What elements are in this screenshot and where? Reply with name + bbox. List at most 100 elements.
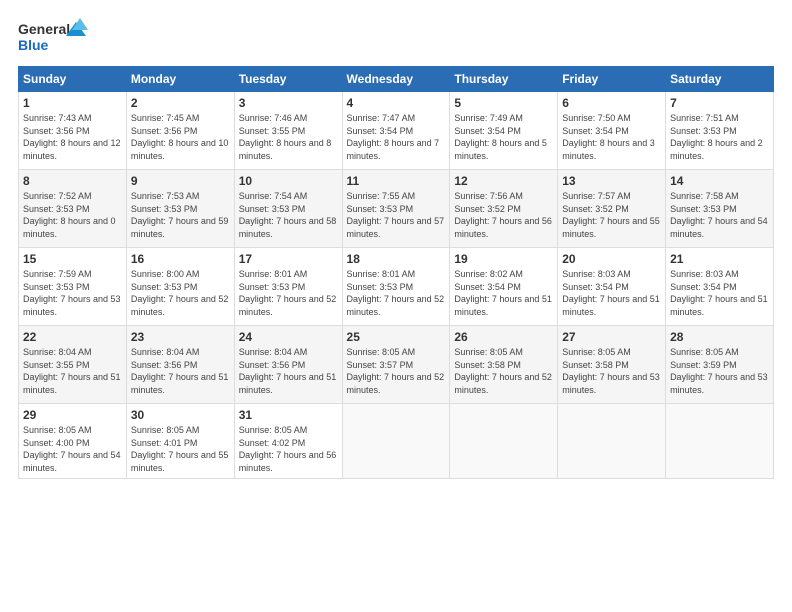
day-number: 1 (23, 96, 122, 110)
day-detail: Sunrise: 8:05 AMSunset: 3:57 PMDaylight:… (347, 347, 445, 395)
day-number: 2 (131, 96, 230, 110)
calendar-page: General Blue SundayMondayTuesdayWednesda… (0, 0, 792, 612)
day-number: 28 (670, 330, 769, 344)
day-detail: Sunrise: 8:05 AMSunset: 4:01 PMDaylight:… (131, 425, 229, 473)
day-number: 3 (239, 96, 338, 110)
day-detail: Sunrise: 7:45 AMSunset: 3:56 PMDaylight:… (131, 113, 229, 161)
calendar-day-cell: 18 Sunrise: 8:01 AMSunset: 3:53 PMDaylig… (342, 248, 450, 326)
weekday-header: Tuesday (234, 67, 342, 92)
day-number: 9 (131, 174, 230, 188)
day-number: 14 (670, 174, 769, 188)
day-number: 22 (23, 330, 122, 344)
calendar-day-cell: 9 Sunrise: 7:53 AMSunset: 3:53 PMDayligh… (126, 170, 234, 248)
calendar-day-cell (558, 404, 666, 479)
calendar-day-cell: 24 Sunrise: 8:04 AMSunset: 3:56 PMDaylig… (234, 326, 342, 404)
day-number: 6 (562, 96, 661, 110)
day-detail: Sunrise: 7:57 AMSunset: 3:52 PMDaylight:… (562, 191, 660, 239)
day-number: 23 (131, 330, 230, 344)
day-detail: Sunrise: 8:03 AMSunset: 3:54 PMDaylight:… (562, 269, 660, 317)
day-number: 25 (347, 330, 446, 344)
calendar-day-cell: 29 Sunrise: 8:05 AMSunset: 4:00 PMDaylig… (19, 404, 127, 479)
day-detail: Sunrise: 7:43 AMSunset: 3:56 PMDaylight:… (23, 113, 121, 161)
day-number: 10 (239, 174, 338, 188)
calendar-week-row: 1 Sunrise: 7:43 AMSunset: 3:56 PMDayligh… (19, 92, 774, 170)
calendar-day-cell: 15 Sunrise: 7:59 AMSunset: 3:53 PMDaylig… (19, 248, 127, 326)
day-detail: Sunrise: 7:54 AMSunset: 3:53 PMDaylight:… (239, 191, 337, 239)
calendar-day-cell: 27 Sunrise: 8:05 AMSunset: 3:58 PMDaylig… (558, 326, 666, 404)
calendar-day-cell (666, 404, 774, 479)
day-detail: Sunrise: 7:47 AMSunset: 3:54 PMDaylight:… (347, 113, 440, 161)
day-detail: Sunrise: 8:05 AMSunset: 3:59 PMDaylight:… (670, 347, 768, 395)
logo: General Blue (18, 18, 88, 58)
day-detail: Sunrise: 7:53 AMSunset: 3:53 PMDaylight:… (131, 191, 229, 239)
day-number: 18 (347, 252, 446, 266)
day-number: 8 (23, 174, 122, 188)
calendar-day-cell: 21 Sunrise: 8:03 AMSunset: 3:54 PMDaylig… (666, 248, 774, 326)
day-detail: Sunrise: 7:46 AMSunset: 3:55 PMDaylight:… (239, 113, 332, 161)
calendar-week-row: 22 Sunrise: 8:04 AMSunset: 3:55 PMDaylig… (19, 326, 774, 404)
svg-text:Blue: Blue (18, 37, 49, 53)
day-detail: Sunrise: 7:56 AMSunset: 3:52 PMDaylight:… (454, 191, 552, 239)
day-number: 24 (239, 330, 338, 344)
calendar-header-row: SundayMondayTuesdayWednesdayThursdayFrid… (19, 67, 774, 92)
calendar-week-row: 15 Sunrise: 7:59 AMSunset: 3:53 PMDaylig… (19, 248, 774, 326)
calendar-day-cell: 20 Sunrise: 8:03 AMSunset: 3:54 PMDaylig… (558, 248, 666, 326)
weekday-header: Monday (126, 67, 234, 92)
day-detail: Sunrise: 8:04 AMSunset: 3:56 PMDaylight:… (131, 347, 229, 395)
day-detail: Sunrise: 7:58 AMSunset: 3:53 PMDaylight:… (670, 191, 768, 239)
day-number: 4 (347, 96, 446, 110)
day-detail: Sunrise: 8:01 AMSunset: 3:53 PMDaylight:… (347, 269, 445, 317)
svg-text:General: General (18, 21, 70, 37)
calendar-week-row: 8 Sunrise: 7:52 AMSunset: 3:53 PMDayligh… (19, 170, 774, 248)
day-number: 21 (670, 252, 769, 266)
calendar-day-cell: 6 Sunrise: 7:50 AMSunset: 3:54 PMDayligh… (558, 92, 666, 170)
day-number: 31 (239, 408, 338, 422)
calendar-day-cell: 13 Sunrise: 7:57 AMSunset: 3:52 PMDaylig… (558, 170, 666, 248)
calendar-day-cell (342, 404, 450, 479)
day-number: 16 (131, 252, 230, 266)
calendar-day-cell: 19 Sunrise: 8:02 AMSunset: 3:54 PMDaylig… (450, 248, 558, 326)
calendar-day-cell: 1 Sunrise: 7:43 AMSunset: 3:56 PMDayligh… (19, 92, 127, 170)
day-detail: Sunrise: 7:52 AMSunset: 3:53 PMDaylight:… (23, 191, 116, 239)
calendar-day-cell: 3 Sunrise: 7:46 AMSunset: 3:55 PMDayligh… (234, 92, 342, 170)
calendar-day-cell: 10 Sunrise: 7:54 AMSunset: 3:53 PMDaylig… (234, 170, 342, 248)
calendar-day-cell: 5 Sunrise: 7:49 AMSunset: 3:54 PMDayligh… (450, 92, 558, 170)
day-detail: Sunrise: 8:03 AMSunset: 3:54 PMDaylight:… (670, 269, 768, 317)
weekday-header: Wednesday (342, 67, 450, 92)
day-number: 11 (347, 174, 446, 188)
calendar-day-cell: 31 Sunrise: 8:05 AMSunset: 4:02 PMDaylig… (234, 404, 342, 479)
day-detail: Sunrise: 7:51 AMSunset: 3:53 PMDaylight:… (670, 113, 763, 161)
day-number: 29 (23, 408, 122, 422)
calendar-day-cell: 2 Sunrise: 7:45 AMSunset: 3:56 PMDayligh… (126, 92, 234, 170)
calendar-day-cell: 25 Sunrise: 8:05 AMSunset: 3:57 PMDaylig… (342, 326, 450, 404)
day-detail: Sunrise: 8:02 AMSunset: 3:54 PMDaylight:… (454, 269, 552, 317)
day-number: 20 (562, 252, 661, 266)
day-number: 5 (454, 96, 553, 110)
calendar-body: 1 Sunrise: 7:43 AMSunset: 3:56 PMDayligh… (19, 92, 774, 479)
calendar-day-cell: 11 Sunrise: 7:55 AMSunset: 3:53 PMDaylig… (342, 170, 450, 248)
calendar-day-cell: 17 Sunrise: 8:01 AMSunset: 3:53 PMDaylig… (234, 248, 342, 326)
calendar-table: SundayMondayTuesdayWednesdayThursdayFrid… (18, 66, 774, 479)
calendar-day-cell: 22 Sunrise: 8:04 AMSunset: 3:55 PMDaylig… (19, 326, 127, 404)
day-detail: Sunrise: 7:50 AMSunset: 3:54 PMDaylight:… (562, 113, 655, 161)
weekday-header: Saturday (666, 67, 774, 92)
day-detail: Sunrise: 8:05 AMSunset: 4:00 PMDaylight:… (23, 425, 121, 473)
day-number: 27 (562, 330, 661, 344)
header: General Blue (18, 18, 774, 58)
calendar-day-cell: 4 Sunrise: 7:47 AMSunset: 3:54 PMDayligh… (342, 92, 450, 170)
day-detail: Sunrise: 8:00 AMSunset: 3:53 PMDaylight:… (131, 269, 229, 317)
day-detail: Sunrise: 8:05 AMSunset: 3:58 PMDaylight:… (562, 347, 660, 395)
calendar-day-cell: 16 Sunrise: 8:00 AMSunset: 3:53 PMDaylig… (126, 248, 234, 326)
weekday-header: Sunday (19, 67, 127, 92)
day-number: 12 (454, 174, 553, 188)
day-detail: Sunrise: 8:05 AMSunset: 4:02 PMDaylight:… (239, 425, 337, 473)
day-number: 17 (239, 252, 338, 266)
weekday-header: Friday (558, 67, 666, 92)
calendar-day-cell: 28 Sunrise: 8:05 AMSunset: 3:59 PMDaylig… (666, 326, 774, 404)
day-number: 19 (454, 252, 553, 266)
logo-svg: General Blue (18, 18, 88, 58)
day-detail: Sunrise: 8:04 AMSunset: 3:56 PMDaylight:… (239, 347, 337, 395)
day-detail: Sunrise: 8:05 AMSunset: 3:58 PMDaylight:… (454, 347, 552, 395)
calendar-day-cell: 8 Sunrise: 7:52 AMSunset: 3:53 PMDayligh… (19, 170, 127, 248)
day-detail: Sunrise: 7:49 AMSunset: 3:54 PMDaylight:… (454, 113, 547, 161)
